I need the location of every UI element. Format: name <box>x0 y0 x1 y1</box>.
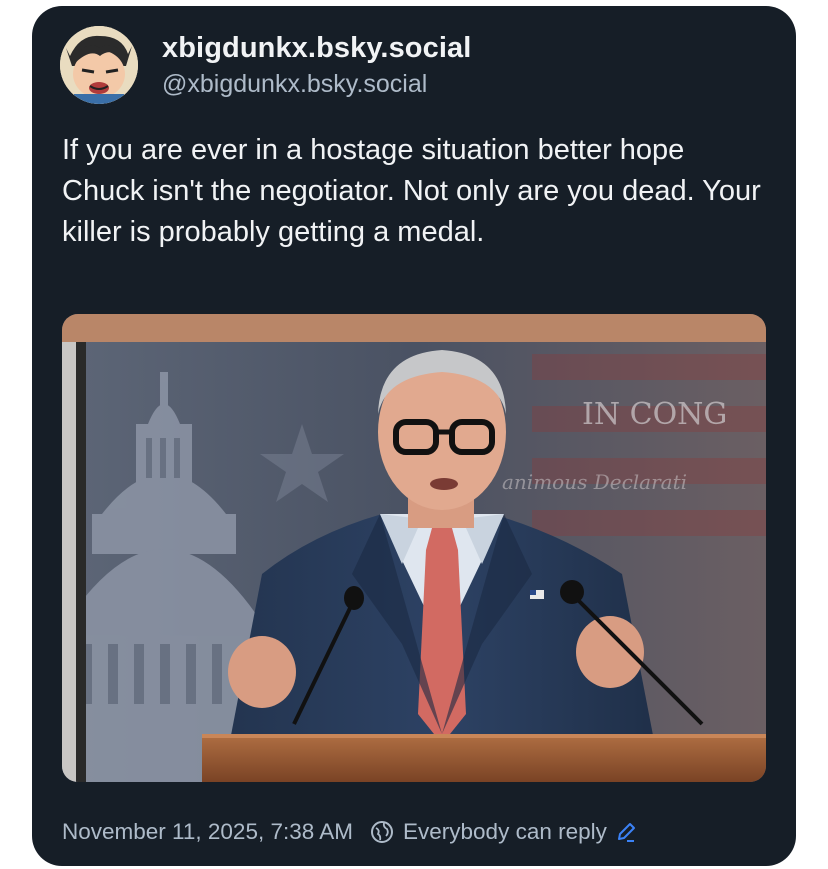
post-card: xbigdunkx.bsky.social @xbigdunkx.bsky.so… <box>32 6 796 866</box>
post-text: If you are ever in a hostage situation b… <box>62 134 761 248</box>
backdrop-text: IN CONG <box>582 397 727 432</box>
pencil-icon[interactable] <box>615 821 637 843</box>
reply-setting[interactable]: Everybody can reply <box>403 819 607 845</box>
cartoon-avatar-icon <box>60 26 138 104</box>
post-footer: November 11, 2025, 7:38 AM Everybody can… <box>62 816 637 848</box>
author-avatar[interactable] <box>60 26 138 104</box>
author-display-name[interactable]: xbigdunkx.bsky.social <box>162 32 471 65</box>
post-image[interactable]: IN CONG animous Declarati <box>62 314 766 782</box>
backdrop-text-secondary: animous Declarati <box>502 470 687 494</box>
globe-icon <box>369 819 395 845</box>
author-handle[interactable]: @xbigdunkx.bsky.social <box>162 70 427 99</box>
post-timestamp[interactable]: November 11, 2025, 7:38 AM <box>62 819 353 845</box>
photo-illustration: IN CONG animous Declarati <box>62 314 766 782</box>
